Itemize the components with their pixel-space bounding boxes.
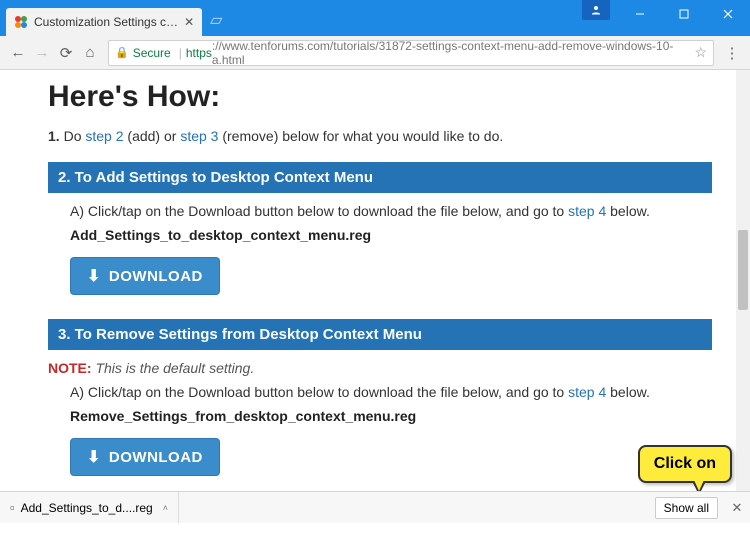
section-3-text-b: below.: [606, 384, 650, 400]
note-text: This is the default setting.: [95, 360, 254, 376]
page-viewport: Here's How: 1. Do step 2 (add) or step 3…: [0, 70, 750, 491]
section-2-text-a: A) Click/tap on the Download button belo…: [70, 203, 568, 219]
section-3-note: NOTE: This is the default setting.: [48, 360, 712, 376]
reload-button[interactable]: ⟳: [54, 41, 78, 65]
address-bar[interactable]: 🔒 Secure | https://www.tenforums.com/tut…: [108, 40, 714, 66]
note-label: NOTE:: [48, 360, 92, 376]
forward-button[interactable]: →: [30, 41, 54, 65]
download-label: DOWNLOAD: [109, 268, 203, 285]
annotation-callout: Click on: [638, 445, 732, 483]
tab-title: Customization Settings c…: [34, 15, 178, 29]
section-2-filename: Add_Settings_to_desktop_context_menu.reg: [70, 227, 712, 243]
callout-text: Click on: [654, 455, 716, 472]
minimize-button[interactable]: [618, 0, 662, 28]
url-rest: ://www.tenforums.com/tutorials/31872-set…: [212, 40, 695, 66]
lock-icon: 🔒: [115, 46, 129, 59]
page-title: Here's How:: [48, 80, 712, 114]
section-2-header: 2. To Add Settings to Desktop Context Me…: [48, 162, 712, 193]
vertical-scrollbar[interactable]: [736, 70, 750, 491]
section-3-header: 3. To Remove Settings from Desktop Conte…: [48, 319, 712, 350]
download-item-name: Add_Settings_to_d....reg: [21, 501, 153, 515]
section-2-step4-link[interactable]: step 4: [568, 203, 606, 219]
step-1-text-b: (add) or: [124, 128, 181, 144]
chevron-up-icon[interactable]: ˄: [163, 503, 168, 513]
section-3-step4-link[interactable]: step 4: [568, 384, 606, 400]
url-protocol: https: [186, 46, 212, 60]
show-all-button[interactable]: Show all: [655, 497, 718, 519]
section-3-text-a: A) Click/tap on the Download button belo…: [70, 384, 568, 400]
step-1-text-c: (remove) below for what you would like t…: [218, 128, 503, 144]
scrollbar-thumb[interactable]: [738, 230, 748, 310]
download-button-remove[interactable]: ⬇ DOWNLOAD: [70, 438, 220, 476]
section-3-body: A) Click/tap on the Download button belo…: [48, 384, 712, 492]
tab-close-icon[interactable]: ✕: [184, 15, 194, 29]
browser-toolbar: ← → ⟳ ⌂ 🔒 Secure | https://www.tenforums…: [0, 36, 750, 70]
download-item[interactable]: ▫ Add_Settings_to_d....reg ˄: [0, 492, 179, 523]
user-badge-icon[interactable]: [582, 0, 610, 20]
section-3-instruction: A) Click/tap on the Download button belo…: [70, 384, 712, 400]
maximize-button[interactable]: [662, 0, 706, 28]
download-label: DOWNLOAD: [109, 449, 203, 466]
download-icon: ⬇: [87, 266, 101, 286]
chrome-menu-button[interactable]: ⋮: [720, 41, 744, 65]
browser-titlebar: Customization Settings c… ✕ ▱: [0, 0, 750, 36]
step-1-line: 1. Do step 2 (add) or step 3 (remove) be…: [48, 128, 712, 144]
download-icon: ⬇: [87, 447, 101, 467]
back-button[interactable]: ←: [6, 41, 30, 65]
omnibox-divider: |: [179, 46, 182, 60]
close-window-button[interactable]: [706, 0, 750, 28]
file-icon: ▫: [10, 500, 15, 515]
secure-label: Secure: [133, 46, 171, 60]
step-3-link[interactable]: step 3: [180, 128, 218, 144]
new-tab-button[interactable]: ▱: [210, 10, 222, 30]
step-2-link[interactable]: step 2: [85, 128, 123, 144]
step-1-text-a: Do: [64, 128, 86, 144]
bookmark-star-icon[interactable]: ☆: [694, 44, 707, 61]
home-button[interactable]: ⌂: [78, 41, 102, 65]
downloads-close-button[interactable]: ✕: [724, 500, 750, 516]
browser-tab[interactable]: Customization Settings c… ✕: [6, 8, 202, 36]
section-2-text-b: below.: [606, 203, 650, 219]
window-controls: [618, 0, 750, 28]
section-3-filename: Remove_Settings_from_desktop_context_men…: [70, 408, 712, 424]
step-1-number: 1.: [48, 128, 60, 144]
favicon-icon: [14, 15, 28, 29]
download-button-add[interactable]: ⬇ DOWNLOAD: [70, 257, 220, 295]
section-2-body: A) Click/tap on the Download button belo…: [48, 203, 712, 311]
section-2-instruction: A) Click/tap on the Download button belo…: [70, 203, 712, 219]
downloads-bar: ▫ Add_Settings_to_d....reg ˄ Show all ✕: [0, 491, 750, 523]
